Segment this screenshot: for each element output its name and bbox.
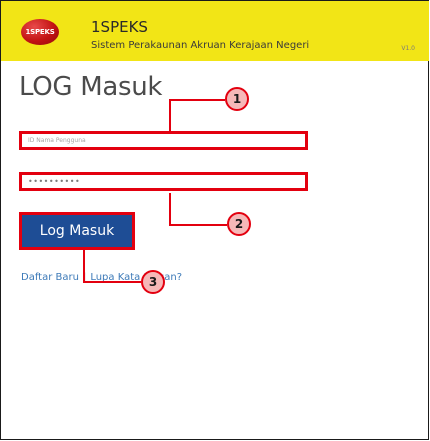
callout-2-badge: 2 xyxy=(227,212,251,236)
forgot-password-link[interactable]: Lupa Kata Laluan? xyxy=(90,272,182,283)
app-subtitle: Sistem Perakaunan Akruan Kerajaan Negeri xyxy=(91,40,310,51)
app-name: 1SPEKS xyxy=(91,18,148,36)
app-logo: 1SPEKS xyxy=(21,19,59,45)
username-field[interactable] xyxy=(19,131,308,150)
callout-1-badge: 1 xyxy=(225,87,249,111)
app-header: 1SPEKS 1SPEKS Sistem Perakaunan Akruan K… xyxy=(1,1,429,61)
version-label: V1.0 xyxy=(401,45,415,52)
callout-3-badge: 3 xyxy=(141,270,165,294)
username-input[interactable] xyxy=(28,137,305,144)
page-title: LOG Masuk xyxy=(19,72,163,102)
register-link[interactable]: Daftar Baru xyxy=(21,272,79,283)
link-separator: | xyxy=(82,272,87,283)
login-button[interactable]: Log Masuk xyxy=(19,212,135,250)
password-input[interactable] xyxy=(28,177,305,186)
password-field[interactable] xyxy=(19,172,308,191)
